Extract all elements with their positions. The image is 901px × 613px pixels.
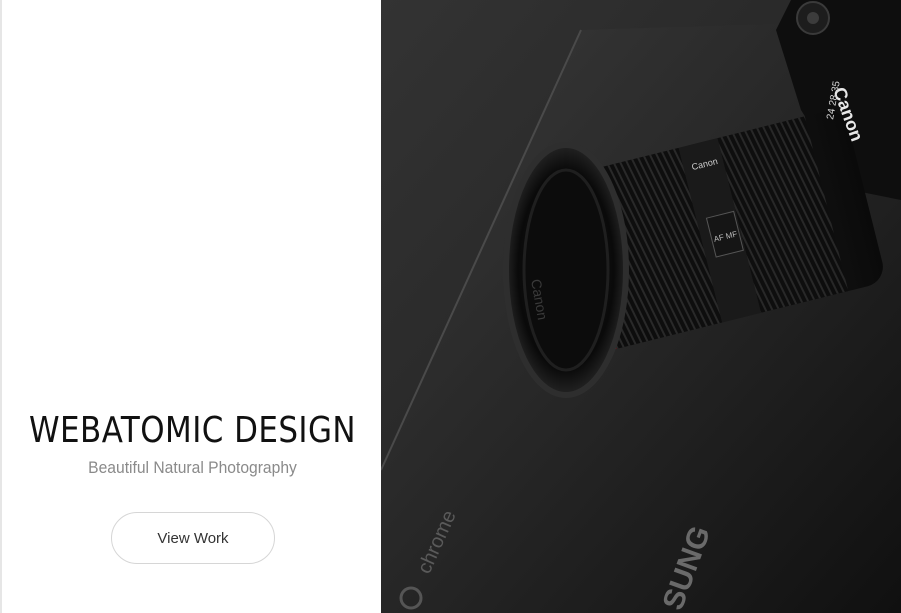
view-work-button[interactable]: View Work: [111, 512, 275, 564]
hero-photo: AF MF Canon Canon Canon 24 28 35 chrome …: [381, 0, 901, 613]
intro-panel: WEBATOMIC DESIGN Beautiful Natural Photo…: [0, 0, 381, 613]
site-title: WEBATOMIC DESIGN: [29, 410, 356, 451]
site-tagline: Beautiful Natural Photography: [88, 458, 297, 477]
camera-on-laptop-photo: AF MF Canon Canon Canon 24 28 35 chrome …: [381, 0, 901, 613]
page: WEBATOMIC DESIGN Beautiful Natural Photo…: [0, 0, 901, 613]
